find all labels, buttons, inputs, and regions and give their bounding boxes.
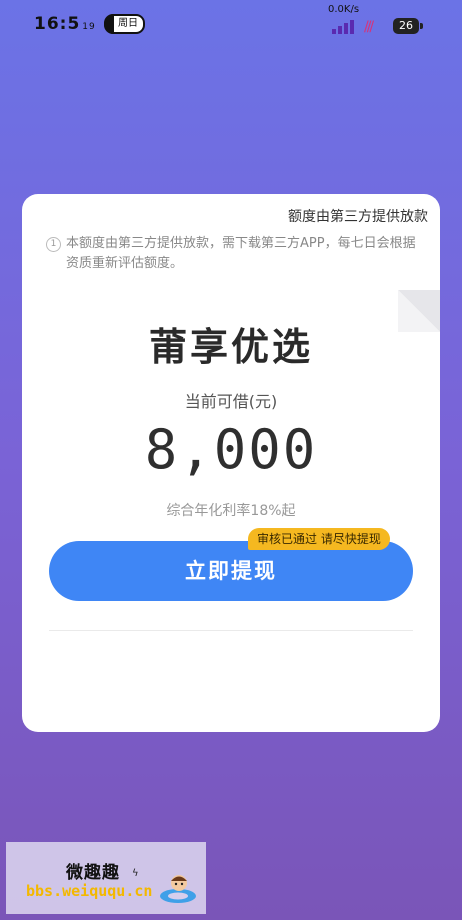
watermark-url: bbs.weiququ.cn bbox=[26, 882, 153, 900]
provider-note: 额度由第三方提供放款 bbox=[288, 209, 428, 225]
notice: 1 本额度由第三方提供放款，需下载第三方APP，每七日会根据资质重新评估额度。 bbox=[46, 234, 426, 274]
clock-suffix: 19 bbox=[82, 22, 96, 32]
product-name: 莆享优选 bbox=[148, 325, 313, 369]
loan-card: 额度由第三方提供放款 1 本额度由第三方提供放款，需下载第三方APP，每七日会根… bbox=[22, 194, 440, 732]
watermark-title: 微趣趣 bbox=[66, 863, 120, 883]
info-icon: 1 bbox=[46, 237, 61, 252]
available-amount: 8,000 bbox=[144, 418, 318, 481]
withdraw-button[interactable]: 立即提现 bbox=[49, 541, 413, 601]
sparkle-icon: ϟ bbox=[132, 868, 139, 879]
battery-icon: 26 bbox=[393, 18, 423, 34]
divider bbox=[49, 630, 413, 631]
mascot-icon bbox=[160, 875, 196, 903]
status-bar: 16:5 19 周日 0.0K/s /// 26 bbox=[0, 0, 462, 46]
wifi-icon: /// bbox=[364, 19, 374, 35]
approval-badge: 审核已通过 请尽快提现 bbox=[248, 528, 390, 550]
signal-icon bbox=[332, 20, 354, 34]
interest-rate: 综合年化利率18%起 bbox=[166, 503, 296, 519]
holiday-badge: 周日 bbox=[104, 14, 145, 34]
notice-text: 本额度由第三方提供放款，需下载第三方APP，每七日会根据资质重新评估额度。 bbox=[66, 236, 416, 271]
watermark: 微趣趣 ϟ bbs.weiququ.cn bbox=[6, 842, 206, 914]
clock: 16:5 19 bbox=[34, 14, 96, 34]
network-speed: 0.0K/s bbox=[328, 4, 360, 15]
available-label: 当前可借(元) bbox=[184, 392, 278, 411]
